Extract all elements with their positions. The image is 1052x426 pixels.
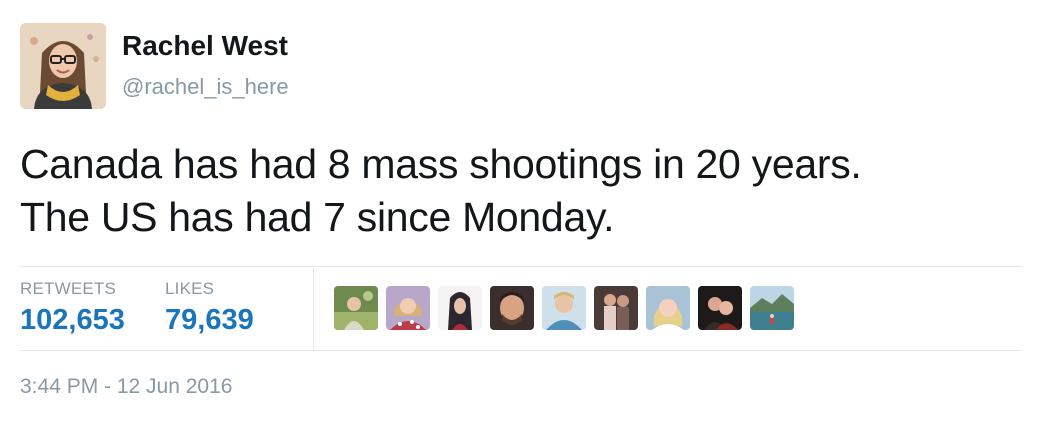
liker-avatar-6-icon[interactable] <box>594 286 638 330</box>
liker-avatar-5-icon[interactable] <box>542 286 586 330</box>
likes-count: 79,639 <box>165 304 254 336</box>
likes-label: LIKES <box>165 279 215 298</box>
avatar[interactable] <box>20 23 106 109</box>
divider <box>20 350 1022 351</box>
profile-photo-icon <box>20 23 106 109</box>
liker-avatar-4-icon[interactable] <box>490 286 534 330</box>
tweet-text: Canada has had 8 mass shootings in 20 ye… <box>20 138 1030 244</box>
likes-stat[interactable]: LIKES 79,639 <box>165 280 254 335</box>
liker-avatar-9-icon[interactable] <box>750 286 794 330</box>
stats-divider <box>313 268 314 350</box>
retweets-stat[interactable]: RETWEETS 102,653 <box>20 280 125 335</box>
liker-avatar-2-icon[interactable] <box>386 286 430 330</box>
tweet-timestamp[interactable]: 3:44 PM - 12 Jun 2016 <box>20 376 232 397</box>
liker-avatar-7-icon[interactable] <box>646 286 690 330</box>
liker-avatar-1-icon[interactable] <box>334 286 378 330</box>
display-name[interactable]: Rachel West <box>122 32 288 60</box>
tweet-text-line: Canada has had 8 mass shootings in 20 ye… <box>20 141 862 187</box>
tweet-text-line: The US has had 7 since Monday. <box>20 194 615 240</box>
liker-avatar-3-icon[interactable] <box>438 286 482 330</box>
liker-avatar-8-icon[interactable] <box>698 286 742 330</box>
user-handle[interactable]: @rachel_is_here <box>122 76 289 98</box>
tweet-card: Rachel West @rachel_is_here Canada has h… <box>0 0 1052 426</box>
retweets-label: RETWEETS <box>20 279 117 298</box>
retweets-count: 102,653 <box>20 304 125 336</box>
divider <box>20 266 1022 267</box>
